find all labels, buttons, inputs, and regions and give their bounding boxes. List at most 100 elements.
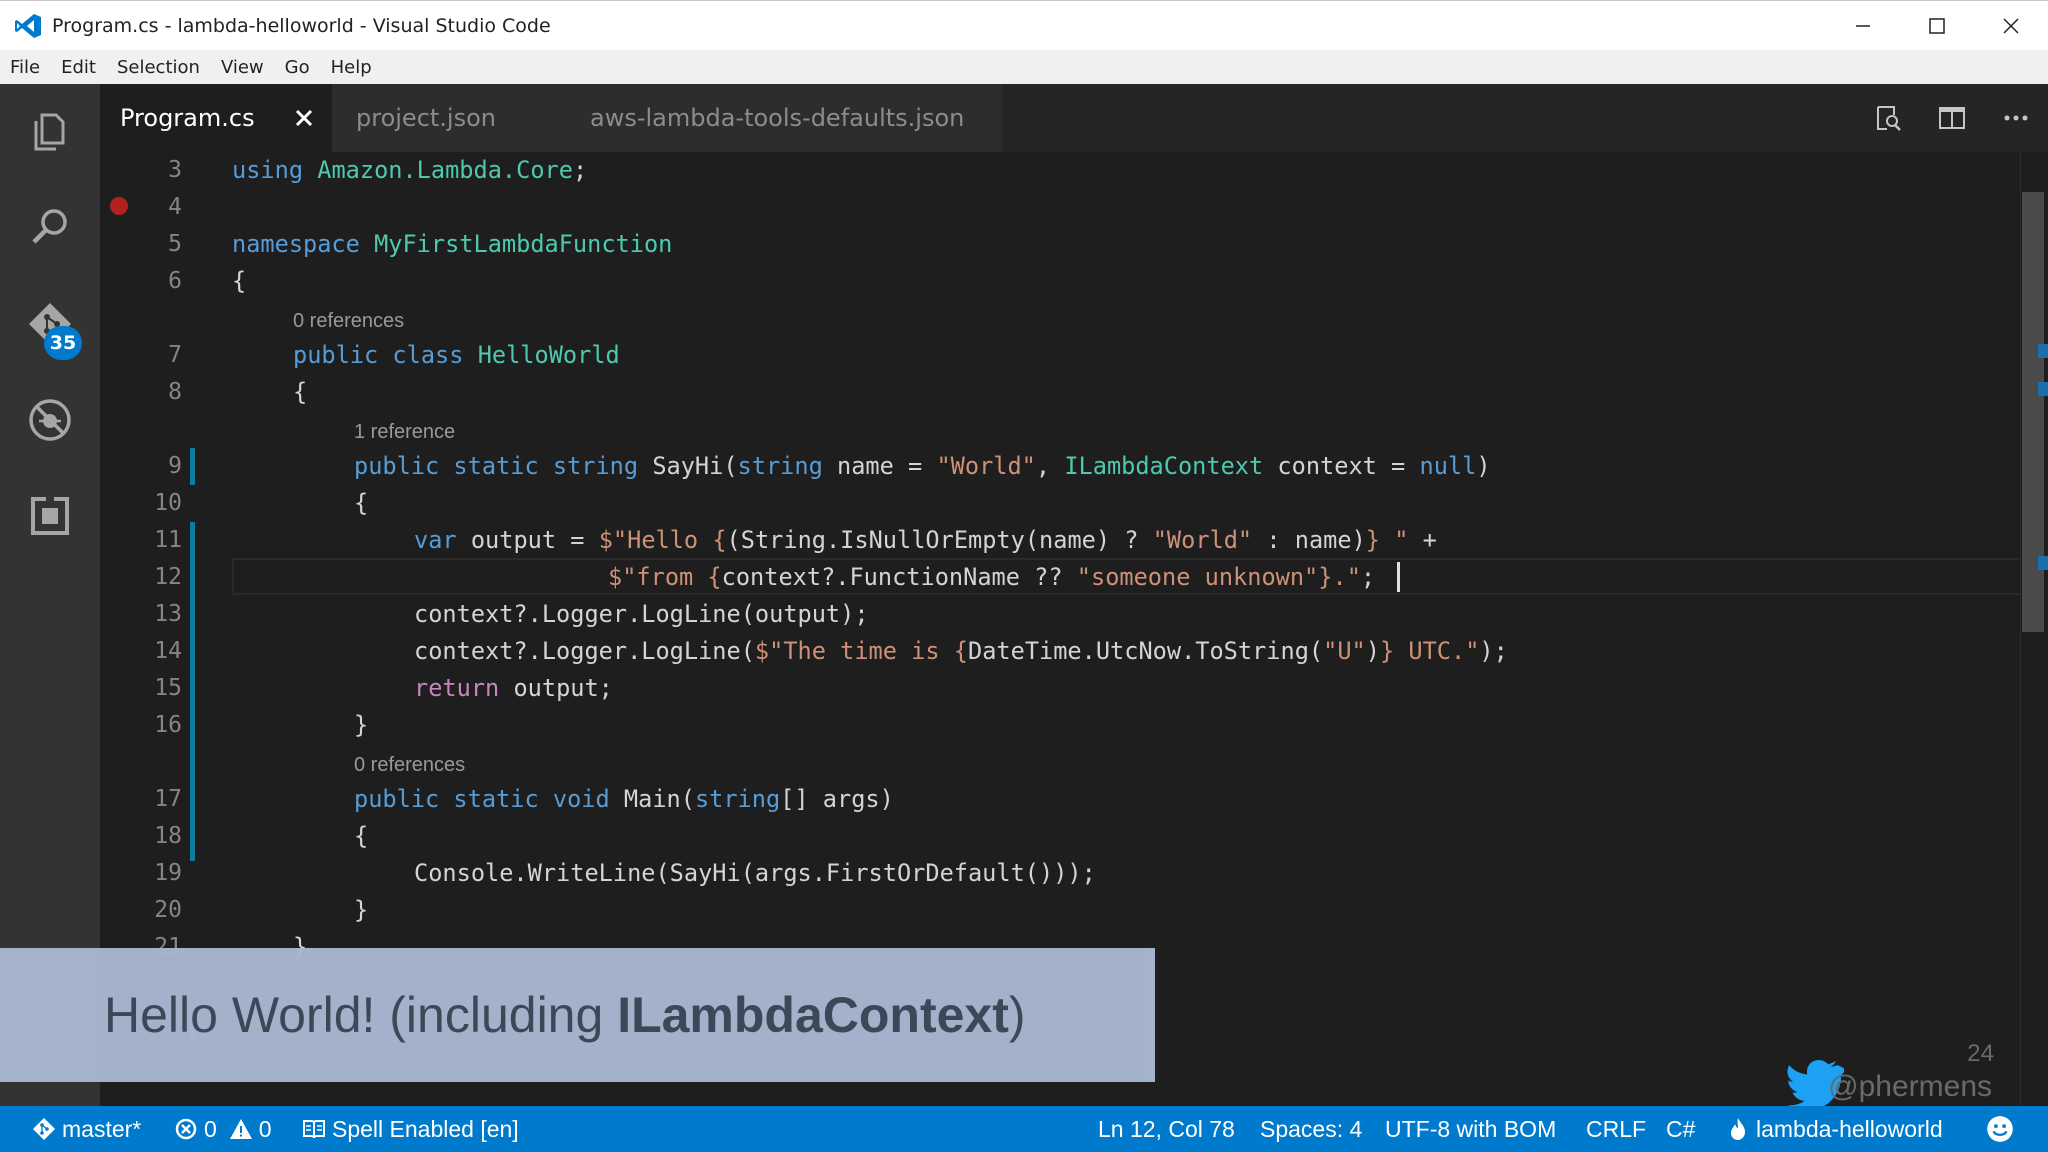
more-icon [2004,115,2028,121]
editor-tabs: Program.cs project.json aws-lambda-tools… [100,84,2048,152]
overview-ruler-mark [2038,344,2048,358]
code-line: { [293,378,308,406]
error-icon [175,1118,197,1140]
explorer-button[interactable] [0,84,100,180]
code-line: $"from {context?.FunctionName ?? "someon… [608,563,1376,591]
spell-check-label: Spell Enabled [en] [332,1115,519,1142]
line-number: 19 [154,860,182,886]
warning-count: 0 [258,1115,272,1142]
title-bar: Program.cs - lambda-helloworld - Visual … [0,0,2048,50]
smiley-icon [1987,1116,2013,1142]
more-actions-button[interactable] [1984,84,2048,152]
code-line: using Amazon.Lambda.Core; [232,156,588,184]
git-modified-marker [190,522,195,861]
video-caption-banner: Hello World! (including ILambdaContext) [0,948,1155,1082]
vscode-logo-icon [15,13,41,38]
line-number: 3 [168,157,182,183]
tab-label: Program.cs [120,104,255,132]
tab-aws-lambda-tools-defaults-json[interactable]: aws-lambda-tools-defaults.json [564,84,1002,152]
indentation-status[interactable]: Spaces: 4 [1260,1106,1362,1152]
code-line: var output = $"Hello {(String.IsNullOrEm… [414,526,1437,554]
line-number: 12 [154,564,182,590]
code-line: public static void Main(string[] args) [354,785,894,813]
codelens-references[interactable]: 1 reference [354,417,455,447]
split-editor-button[interactable] [1920,84,1984,152]
editor-scrollbar[interactable] [2020,152,2048,1106]
project-status[interactable]: lambda-helloworld [1726,1106,1943,1152]
code-line: { [232,267,247,295]
menu-file[interactable]: File [10,57,40,78]
warning-icon [229,1119,252,1139]
menu-edit[interactable]: Edit [61,57,96,78]
line-number: 14 [154,638,182,664]
search-button[interactable] [0,180,100,276]
code-line: context?.Logger.LogLine(output); [414,600,869,628]
git-modified-marker [190,448,195,485]
book-icon [303,1120,325,1139]
debug-button[interactable] [0,372,100,468]
menu-go[interactable]: Go [285,57,310,78]
menu-view[interactable]: View [221,57,264,78]
encoding-status[interactable]: UTF-8 with BOM [1385,1106,1556,1152]
line-number: 7 [168,342,182,368]
slide-number: 24 [1967,1040,1994,1067]
project-name: lambda-helloworld [1756,1115,1943,1142]
open-changes-button[interactable] [1856,84,1920,152]
line-number: 15 [154,675,182,701]
close-icon [295,109,313,127]
line-number: 5 [168,231,182,257]
menu-selection[interactable]: Selection [117,57,200,78]
tab-label: aws-lambda-tools-defaults.json [590,104,965,132]
tab-close-button[interactable] [290,104,318,132]
codelens-references[interactable]: 0 references [293,306,404,336]
code-line: context?.Logger.LogLine($"The time is {D… [414,637,1508,665]
code-line: namespace MyFirstLambdaFunction [232,230,673,258]
code-line: public static string SayHi(string name =… [354,452,1491,480]
debug-icon [29,399,71,441]
tab-program-cs[interactable]: Program.cs [100,84,332,152]
feedback-button[interactable] [1986,1106,2020,1152]
line-number: 8 [168,379,182,405]
line-number: 16 [154,712,182,738]
code-line: { [354,489,369,517]
tab-project-json[interactable]: project.json [332,84,564,152]
code-line: Console.WriteLine(SayHi(args.FirstOrDefa… [414,859,1096,887]
window-title: Program.cs - lambda-helloworld - Visual … [52,14,551,37]
cursor-position-status[interactable]: Ln 12, Col 78 [1098,1106,1235,1152]
codelens-references[interactable]: 0 references [354,750,465,780]
line-number: 11 [154,527,182,553]
minimize-button[interactable] [1826,1,1900,51]
tab-actions [1856,84,2048,152]
flame-icon [1731,1118,1745,1140]
line-number: 10 [154,490,182,516]
source-control-button[interactable]: 35 [0,276,100,372]
line-number: 13 [154,601,182,627]
extensions-button[interactable] [0,468,100,564]
code-line: } [354,711,369,739]
window-controls [1826,1,2048,51]
problems-status[interactable]: 0 0 [174,1106,272,1152]
language-mode-status[interactable]: C# [1666,1106,1695,1152]
menu-help[interactable]: Help [331,57,372,78]
close-window-button[interactable] [1974,1,2048,51]
eol-status[interactable]: CRLF [1586,1106,1646,1152]
tab-label: project.json [356,104,496,132]
code-line: return output; [414,674,613,702]
line-number: 17 [154,786,182,812]
spell-check-status[interactable]: Spell Enabled [en] [302,1106,519,1152]
minimize-icon [1856,25,1870,27]
overview-ruler-mark [2038,556,2048,570]
code-line: } [354,896,369,924]
maximize-button[interactable] [1900,1,1974,51]
open-changes-icon [1877,106,1901,131]
caption-text: Hello World! (including ILambdaContext) [104,987,1026,1043]
line-number: 18 [154,823,182,849]
text-cursor [1397,562,1400,592]
line-number: 6 [168,268,182,294]
line-number: 20 [154,897,182,923]
branch-name: master* [62,1115,142,1142]
git-branch-status[interactable]: master* [32,1106,141,1152]
files-icon [34,113,65,151]
close-icon [2003,18,2019,34]
code-line: public class HelloWorld [293,341,620,369]
